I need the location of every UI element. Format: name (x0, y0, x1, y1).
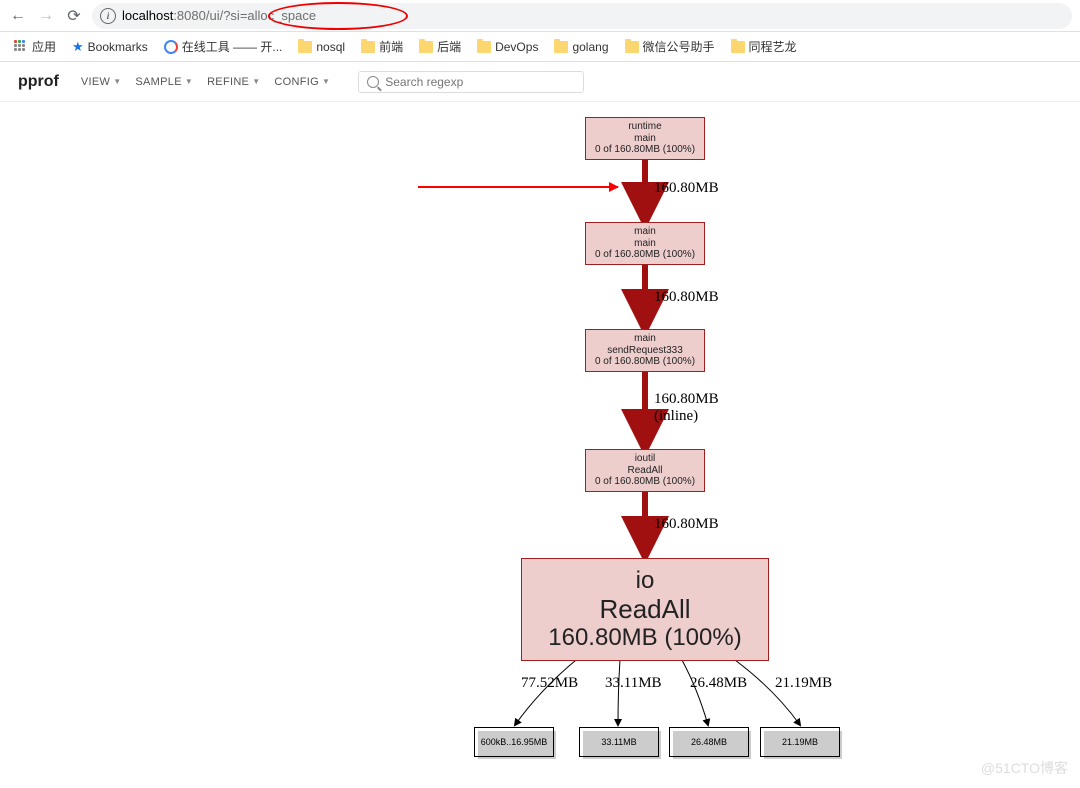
graph-node-main-main[interactable]: mainmain0 of 160.80MB (100%) (585, 222, 705, 265)
edge-label: 160.80MB (inline) (654, 391, 719, 424)
bookmark-folder[interactable]: 微信公号助手 (619, 36, 721, 57)
apps-button[interactable]: 应用 (8, 36, 62, 57)
edge-label: 26.48MB (690, 675, 747, 692)
address-bar[interactable]: i localhost:8080/ui/?si=alloc_space (92, 3, 1072, 29)
bookmark-folder[interactable]: 前端 (355, 36, 409, 57)
back-button[interactable]: ← (8, 6, 28, 26)
graph-leaf[interactable]: 600kB..16.95MB (474, 727, 554, 757)
chevron-down-icon: ▼ (185, 77, 193, 86)
graph-leaf[interactable]: 26.48MB (669, 727, 749, 757)
chevron-down-icon: ▼ (322, 77, 330, 86)
graph-leaf[interactable]: 21.19MB (760, 727, 840, 757)
bookmark-folder[interactable]: DevOps (471, 38, 544, 56)
pprof-logo: pprof (18, 73, 59, 91)
bookmark-folder[interactable]: 同程艺龙 (725, 36, 803, 57)
menu-view[interactable]: VIEW▼ (79, 72, 124, 92)
bookmarks-bar: 应用 ★Bookmarks 在线工具 —— 开... nosql 前端 后端 D… (0, 32, 1080, 62)
graph-node-io-readall[interactable]: io ReadAll 160.80MB (100%) (521, 558, 769, 661)
site-info-icon[interactable]: i (100, 8, 116, 24)
edge-label: 160.80MB (654, 180, 719, 197)
bookmark-folder[interactable]: 后端 (413, 36, 467, 57)
chevron-down-icon: ▼ (113, 77, 121, 86)
bookmark-item[interactable]: 在线工具 —— 开... (158, 36, 289, 57)
reload-button[interactable]: ⟳ (64, 6, 84, 26)
edge-label: 160.80MB (654, 289, 719, 306)
graph-node-runtime-main[interactable]: runtimemain0 of 160.80MB (100%) (585, 117, 705, 160)
graph-node-ioutil-readall[interactable]: ioutilReadAll0 of 160.80MB (100%) (585, 449, 705, 492)
forward-button[interactable]: → (36, 6, 56, 26)
annotation-arrow (418, 186, 618, 188)
menu-refine[interactable]: REFINE▼ (205, 72, 262, 92)
search-icon (367, 76, 379, 88)
url-text: localhost:8080/ui/?si=alloc_space (122, 8, 316, 23)
chevron-down-icon: ▼ (252, 77, 260, 86)
search-box[interactable] (358, 71, 584, 93)
graph-leaf[interactable]: 33.11MB (579, 727, 659, 757)
browser-navbar: ← → ⟳ i localhost:8080/ui/?si=alloc_spac… (0, 0, 1080, 32)
watermark: @51CTO博客 (981, 758, 1068, 778)
edge-label: 33.11MB (605, 675, 662, 692)
pprof-menus: VIEW▼ SAMPLE▼ REFINE▼ CONFIG▼ (79, 72, 332, 92)
edge-label: 160.80MB (654, 516, 719, 533)
bookmark-folder[interactable]: nosql (292, 38, 351, 56)
edge-label: 77.52MB (521, 675, 578, 692)
menu-sample[interactable]: SAMPLE▼ (133, 72, 195, 92)
edge-label: 21.19MB (775, 675, 832, 692)
graph-node-main-sendrequest[interactable]: mainsendRequest3330 of 160.80MB (100%) (585, 329, 705, 372)
bookmark-item[interactable]: ★Bookmarks (66, 37, 154, 57)
pprof-toolbar: pprof VIEW▼ SAMPLE▼ REFINE▼ CONFIG▼ (0, 62, 1080, 102)
bookmark-folder[interactable]: golang (548, 38, 614, 56)
pprof-graph[interactable]: runtimemain0 of 160.80MB (100%) 160.80MB… (0, 100, 1080, 788)
search-input[interactable] (385, 75, 575, 89)
menu-config[interactable]: CONFIG▼ (272, 72, 332, 92)
